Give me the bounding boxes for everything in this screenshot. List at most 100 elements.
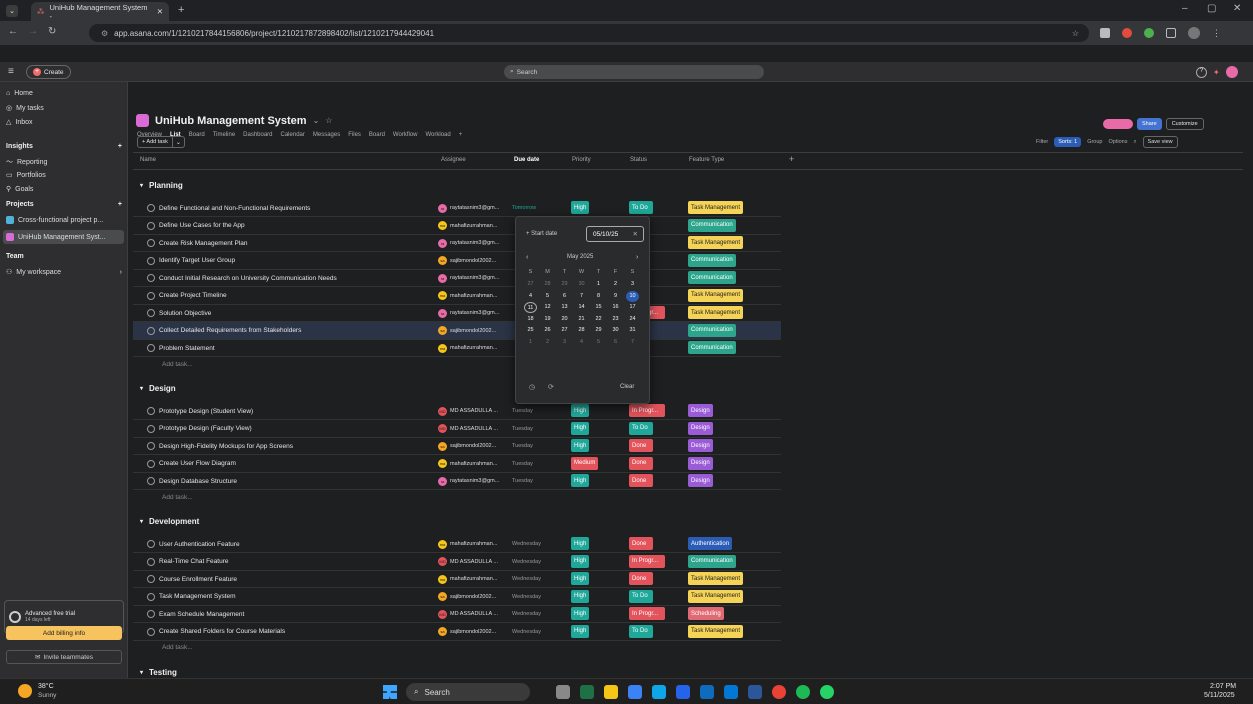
calendar-day[interactable]: 1 xyxy=(524,337,537,348)
sidebar-section-projects[interactable]: Projects + xyxy=(6,201,122,208)
column-status[interactable]: Status xyxy=(630,157,647,163)
calendar-day[interactable]: 4 xyxy=(575,337,588,348)
sidebar-item-portfolios[interactable]: ▭ Portfolios xyxy=(6,171,46,180)
due-date-cell[interactable]: Wednesday xyxy=(512,623,562,641)
calendar-day[interactable]: 2 xyxy=(609,279,622,290)
task-name-cell[interactable]: Prototype Design (Student View) xyxy=(133,402,433,420)
calendar-day[interactable]: 2 xyxy=(541,337,554,348)
share-button[interactable]: Share xyxy=(1137,118,1162,130)
spotify-icon[interactable] xyxy=(796,685,810,699)
complete-check-icon[interactable] xyxy=(147,407,155,415)
add-billing-button[interactable]: Add billing info xyxy=(6,626,122,640)
chevron-down-icon[interactable]: ▾ xyxy=(140,669,143,676)
calendar-day[interactable]: 15 xyxy=(592,302,605,313)
complete-check-icon[interactable] xyxy=(147,291,155,300)
calendar-day[interactable]: 22 xyxy=(592,314,605,325)
forward-icon[interactable]: → xyxy=(28,26,38,37)
windows-start-icon[interactable] xyxy=(383,685,397,699)
calendar-day[interactable]: 6 xyxy=(609,337,622,348)
column-feature-type[interactable]: Feature Type xyxy=(689,157,724,163)
table-row[interactable]: Task Management System sa sajibmondol2002.… xyxy=(133,588,781,606)
priority-tag[interactable]: High xyxy=(571,624,590,638)
calendar-day[interactable]: 7 xyxy=(575,291,588,302)
sidebar-section-insights[interactable]: Insights + xyxy=(6,143,122,150)
calendar-day[interactable]: 24 xyxy=(626,314,639,325)
calendar-day[interactable]: 3 xyxy=(558,337,571,348)
complete-check-icon[interactable] xyxy=(147,256,155,265)
calendar-day[interactable]: 30 xyxy=(575,279,588,290)
calendar-day[interactable]: 20 xyxy=(558,314,571,325)
assignee-cell[interactable]: MD MD ASSADULLA ... xyxy=(438,420,508,438)
calendar-day[interactable]: 17 xyxy=(626,302,639,313)
add-icon[interactable]: + xyxy=(118,201,122,208)
feature-type-tag[interactable]: Task Management xyxy=(688,572,744,585)
calendar-day[interactable]: 7 xyxy=(626,337,639,348)
task-name-cell[interactable]: Solution Objective xyxy=(133,304,433,322)
status-tag[interactable]: Done xyxy=(629,537,653,550)
due-date-cell[interactable]: Tomorrow xyxy=(512,199,562,217)
priority-tag[interactable]: High xyxy=(571,421,590,435)
add-task-row[interactable]: Add task... xyxy=(162,494,193,501)
table-row[interactable]: Real-Time Chat Feature MD MD ASSADULLA ...… xyxy=(133,553,781,571)
assignee-cell[interactable]: ma mahafizurrahman... xyxy=(438,535,508,553)
assignee-cell[interactable]: sa sajibmondol2002... xyxy=(438,623,508,641)
tab-board[interactable]: Board xyxy=(189,132,205,138)
priority-tag[interactable]: Medium xyxy=(571,456,599,470)
calendar-day[interactable]: 11 xyxy=(524,302,537,313)
assignee-cell[interactable]: sa sajibmondol2002... xyxy=(438,588,508,606)
chevron-down-icon[interactable]: ⌄ xyxy=(313,116,320,125)
task-name-cell[interactable]: Problem Statement xyxy=(133,339,433,357)
feature-type-tag[interactable]: Task Management xyxy=(688,589,744,603)
calendar-day[interactable]: 23 xyxy=(609,314,622,325)
assignee-cell[interactable]: ra raytatasnim3@gm... xyxy=(438,199,508,217)
due-date-input[interactable]: 05/10/25 ✕ xyxy=(586,226,644,242)
reload-icon[interactable]: ↻ xyxy=(48,26,56,37)
weather-icon[interactable] xyxy=(18,684,32,698)
task-name-cell[interactable]: Task Management System xyxy=(133,588,433,606)
priority-tag[interactable]: High xyxy=(571,537,590,550)
create-button[interactable]: + Create xyxy=(26,65,71,79)
complete-check-icon[interactable] xyxy=(147,309,155,317)
browser-tab[interactable]: ⁂ UniHub Management System - ✕ xyxy=(31,2,169,21)
close-tab-icon[interactable]: ✕ xyxy=(157,7,163,16)
task-name-cell[interactable]: Course Enrollment Feature xyxy=(133,570,433,588)
priority-tag[interactable]: High xyxy=(571,607,590,620)
section-header[interactable]: ▾ Design xyxy=(140,384,176,393)
due-date-cell[interactable]: Wednesday xyxy=(512,535,562,553)
priority-tag[interactable]: High xyxy=(571,589,590,603)
sidebar-item-unihub[interactable]: UniHub Management Syst... xyxy=(3,230,124,244)
calendar-day[interactable]: 21 xyxy=(575,314,588,325)
column-due-date[interactable]: Due date xyxy=(514,157,539,163)
calendar-day[interactable]: 18 xyxy=(524,314,537,325)
new-tab-icon[interactable]: + xyxy=(178,4,184,16)
tab-calendar[interactable]: Calendar xyxy=(281,132,305,138)
complete-check-icon[interactable] xyxy=(147,442,155,450)
chevron-down-icon[interactable]: ▾ xyxy=(140,385,143,392)
vscode-icon[interactable] xyxy=(724,685,738,699)
due-date-cell[interactable]: Tuesday xyxy=(512,402,562,420)
extension-icon[interactable] xyxy=(1100,28,1110,38)
hamburger-menu-icon[interactable]: ≡ xyxy=(8,66,14,77)
due-date-cell[interactable]: Wednesday xyxy=(512,570,562,588)
calendar-day[interactable]: 29 xyxy=(558,279,571,290)
priority-tag[interactable]: High xyxy=(571,572,590,585)
extensions-puzzle-icon[interactable] xyxy=(1166,28,1176,38)
calendar-day[interactable]: 13 xyxy=(558,302,571,313)
task-name-cell[interactable]: Design High-Fidelity Mockups for App Scr… xyxy=(133,437,433,455)
assignee-cell[interactable]: ra raytatasnim3@gm... xyxy=(438,304,508,322)
customize-button[interactable]: Customize xyxy=(1165,118,1204,130)
calendar-day[interactable]: 30 xyxy=(609,325,622,336)
tab-board-2[interactable]: Board xyxy=(369,132,385,138)
table-row[interactable]: Course Enrollment Feature ma mahafizurrahm… xyxy=(133,570,781,588)
status-tag[interactable]: In Progr... xyxy=(629,554,665,568)
status-tag[interactable]: To Do xyxy=(629,624,653,638)
sparkle-icon[interactable]: ✦ xyxy=(1213,68,1220,77)
assignee-cell[interactable]: ma mahafizurrahman... xyxy=(438,455,508,473)
task-name-cell[interactable]: Create Risk Management Plan xyxy=(133,234,433,252)
task-name-cell[interactable]: Define Use Cases for the App xyxy=(133,217,433,235)
task-name-cell[interactable]: Identify Target User Group xyxy=(133,252,433,270)
complete-check-icon[interactable] xyxy=(147,424,155,433)
feature-type-tag[interactable]: Task Management xyxy=(688,201,744,214)
table-row[interactable]: Define Use Cases for the App ma mahafizurr… xyxy=(133,217,781,235)
due-date-cell[interactable]: Tuesday xyxy=(512,420,562,438)
